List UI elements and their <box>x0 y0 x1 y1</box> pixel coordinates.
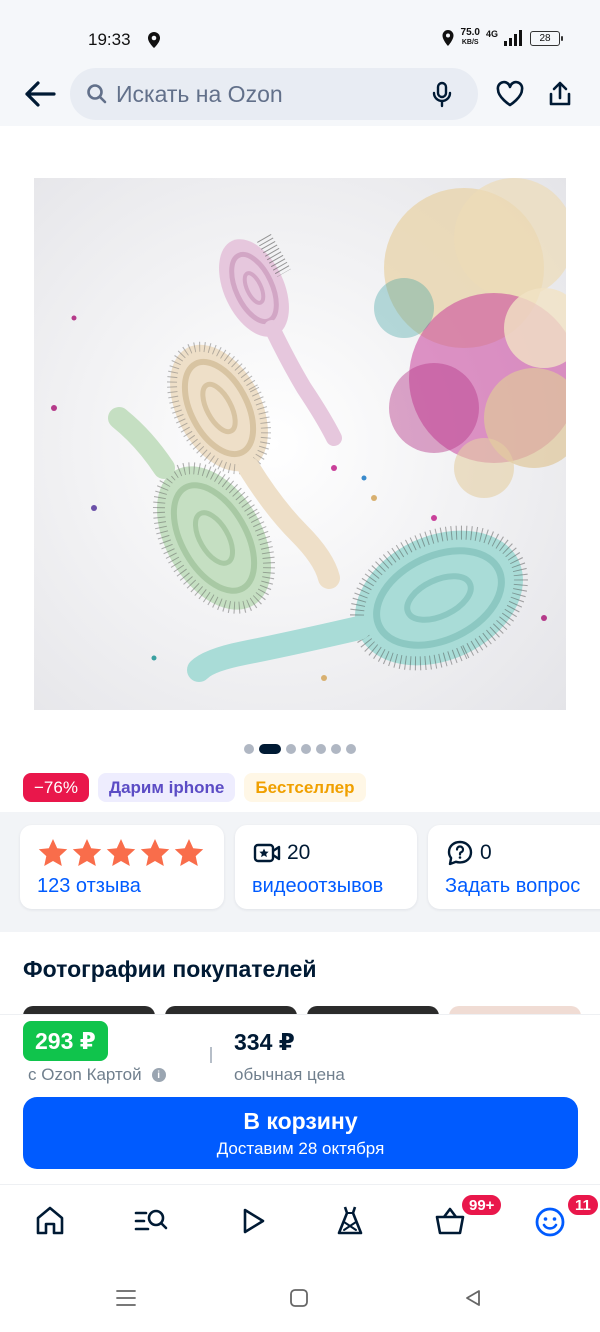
share-button[interactable] <box>542 76 578 112</box>
share-icon <box>549 81 571 106</box>
status-time: 19:33 <box>88 30 131 49</box>
carousel-dot[interactable] <box>331 744 341 754</box>
nav-cart[interactable]: 99+ <box>430 1193 504 1241</box>
discount-badge: −76% <box>23 773 89 802</box>
regular-price-label: обычная цена <box>234 1065 345 1084</box>
battery-level: 28 <box>539 32 551 44</box>
network-speed: 75.0 KB/S <box>461 28 480 48</box>
rating-card[interactable]: 123 отзыва <box>20 825 224 909</box>
nav-home[interactable] <box>30 1201 70 1241</box>
reviews-link[interactable]: 123 отзыва <box>37 875 141 898</box>
bestseller-badge: Бестселлер <box>244 773 366 802</box>
regular-price: 334 ₽ <box>234 1029 295 1055</box>
search-icon <box>87 84 107 104</box>
video-reviews-link[interactable]: видеоотзывов <box>252 875 383 898</box>
star-icon <box>38 839 68 866</box>
network-type: 4G <box>485 29 498 39</box>
net-speed-value: 75.0 <box>460 27 480 38</box>
promo-badge[interactable]: Дарим iphone <box>97 773 236 802</box>
home-icon <box>36 1206 64 1235</box>
square-icon <box>290 1289 308 1307</box>
recent-apps-button[interactable] <box>114 1286 138 1310</box>
questions-card[interactable]: 0 Задать вопрос <box>428 825 600 909</box>
location-icon <box>148 32 160 48</box>
carousel-dot[interactable] <box>316 744 326 754</box>
questions-count: 0 <box>480 841 492 864</box>
ask-question-link[interactable]: Задать вопрос <box>445 875 580 898</box>
play-icon <box>243 1208 265 1234</box>
star-icon <box>72 839 102 866</box>
status-bar: 19:33 75.0 KB/S 4G 28 <box>0 0 600 62</box>
info-icon[interactable]: i <box>151 1068 166 1082</box>
video-reviews-card[interactable]: 20 видеоотзывов <box>235 825 417 909</box>
battery-icon: 28 <box>530 30 563 46</box>
bottom-navigation: 99+ 11 <box>0 1184 600 1260</box>
status-indicators: 75.0 KB/S 4G 28 <box>441 28 563 48</box>
question-bubble-icon <box>447 840 473 866</box>
customer-photos-title: Фотографии покупателей <box>23 956 317 982</box>
nav-video[interactable] <box>232 1201 272 1241</box>
video-count-row: 20 <box>253 839 310 867</box>
profile-smile-icon <box>535 1207 565 1237</box>
carousel-dot[interactable] <box>346 744 356 754</box>
nav-catalog[interactable] <box>130 1201 170 1241</box>
video-star-icon <box>253 843 281 863</box>
search-placeholder: Искать на Ozon <box>116 80 283 107</box>
rating-stars <box>37 837 205 869</box>
arrow-left-icon <box>25 81 56 107</box>
star-icon <box>106 839 136 866</box>
nav-fashion[interactable] <box>330 1201 370 1241</box>
back-system-button[interactable] <box>461 1286 485 1310</box>
add-to-cart-button[interactable]: В корзину Доставим 28 октября <box>23 1097 578 1169</box>
carousel-dot-active[interactable] <box>259 744 281 754</box>
dress-icon <box>337 1206 363 1235</box>
carousel-dot[interactable] <box>286 744 296 754</box>
carousel-dots[interactable] <box>0 744 600 754</box>
carousel-dot[interactable] <box>244 744 254 754</box>
product-image[interactable] <box>34 178 566 710</box>
cart-badge: 99+ <box>460 1193 504 1217</box>
ozon-card-label: с Ozon Картой <box>28 1065 142 1084</box>
triangle-back-icon <box>466 1290 480 1306</box>
product-gallery[interactable] <box>0 126 600 736</box>
mic-icon[interactable] <box>428 80 456 108</box>
star-icon <box>174 839 204 866</box>
home-system-button[interactable] <box>287 1286 311 1310</box>
ozon-card-label-row[interactable]: с Ozon Картой i <box>28 1065 166 1085</box>
ozon-card-price: 293 ₽ <box>23 1021 108 1061</box>
signal-icon <box>504 30 522 46</box>
net-speed-unit: KB/S <box>461 39 479 46</box>
star-icon <box>140 839 170 866</box>
catalog-search-icon <box>134 1209 168 1231</box>
top-bar: Искать на Ozon <box>0 62 600 126</box>
system-navigation <box>0 1260 600 1332</box>
add-to-cart-label: В корзину <box>243 1107 358 1134</box>
price-panel: 293 ₽ с Ozon Картой i 334 ₽ обычная цена… <box>0 1014 600 1184</box>
favorite-button[interactable] <box>492 76 528 112</box>
video-count: 20 <box>287 841 311 864</box>
delivery-date: Доставим 28 октября <box>216 1138 385 1158</box>
nav-profile[interactable]: 11 <box>530 1193 600 1241</box>
carousel-dot[interactable] <box>301 744 311 754</box>
price-divider <box>210 1047 212 1063</box>
profile-badge: 11 <box>566 1193 600 1217</box>
search-input[interactable]: Искать на Ozon <box>70 68 478 120</box>
questions-count-row: 0 <box>446 839 492 867</box>
back-button[interactable] <box>22 76 58 112</box>
product-badges: −76% Дарим iphone Бестселлер <box>23 773 366 802</box>
menu-lines-icon <box>116 1290 136 1306</box>
heart-icon <box>496 80 524 107</box>
location-pin-icon <box>442 30 454 46</box>
